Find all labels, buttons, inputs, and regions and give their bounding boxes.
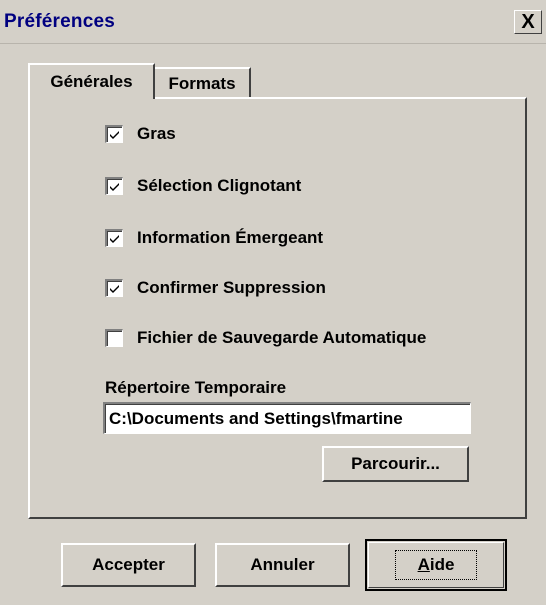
tab-generales-label: Générales — [50, 72, 133, 91]
tab-formats-label: Formats — [168, 73, 236, 93]
checkmark-icon — [110, 183, 119, 191]
option-sauvegarde-automatique[interactable]: Fichier de Sauvegarde Automatique — [105, 327, 426, 349]
checkbox-sauvegarde-automatique[interactable] — [105, 329, 123, 347]
checkmark-icon — [110, 235, 119, 243]
close-icon: X — [521, 11, 535, 33]
checkbox-gras[interactable] — [105, 125, 123, 143]
temp-dir-label: Répertoire Temporaire — [105, 378, 287, 397]
help-button[interactable]: Aide — [365, 539, 507, 591]
preferences-dialog: Préférences X Générales Formats Gras Sél… — [0, 0, 546, 605]
option-confirmer-suppression[interactable]: Confirmer Suppression — [105, 277, 326, 299]
option-confirmer-suppression-label: Confirmer Suppression — [137, 278, 326, 297]
checkmark-icon — [110, 285, 119, 293]
tab-formats[interactable]: Formats — [153, 67, 251, 98]
checkbox-confirmer-suppression[interactable] — [105, 279, 123, 297]
option-information-emergeant-label: Information Émergeant — [137, 228, 324, 247]
option-information-emergeant[interactable]: Information Émergeant — [105, 227, 323, 249]
title-bar: Préférences X — [0, 0, 546, 44]
close-button[interactable]: X — [514, 10, 542, 34]
option-selection-clignotant[interactable]: Sélection Clignotant — [105, 175, 301, 197]
option-selection-clignotant-label: Sélection Clignotant — [137, 176, 302, 195]
browse-button[interactable]: Parcourir... — [322, 446, 469, 482]
accept-button-label: Accepter — [92, 555, 165, 574]
option-sauvegarde-automatique-label: Fichier de Sauvegarde Automatique — [137, 328, 427, 347]
window-title: Préférences — [4, 11, 115, 32]
cancel-button[interactable]: Annuler — [215, 543, 350, 587]
checkbox-information-emergeant[interactable] — [105, 229, 123, 247]
temp-dir-field[interactable]: C:\Documents and Settings\fmartine — [103, 402, 471, 434]
accept-button[interactable]: Accepter — [61, 543, 196, 587]
checkmark-icon — [110, 131, 119, 139]
option-gras-label: Gras — [137, 124, 176, 143]
cancel-button-label: Annuler — [250, 555, 315, 574]
browse-button-label: Parcourir... — [351, 454, 440, 473]
checkbox-selection-clignotant[interactable] — [105, 177, 123, 195]
tab-generales[interactable]: Générales — [28, 63, 155, 99]
option-gras[interactable]: Gras — [105, 123, 176, 145]
help-button-label: Aide — [394, 550, 478, 580]
